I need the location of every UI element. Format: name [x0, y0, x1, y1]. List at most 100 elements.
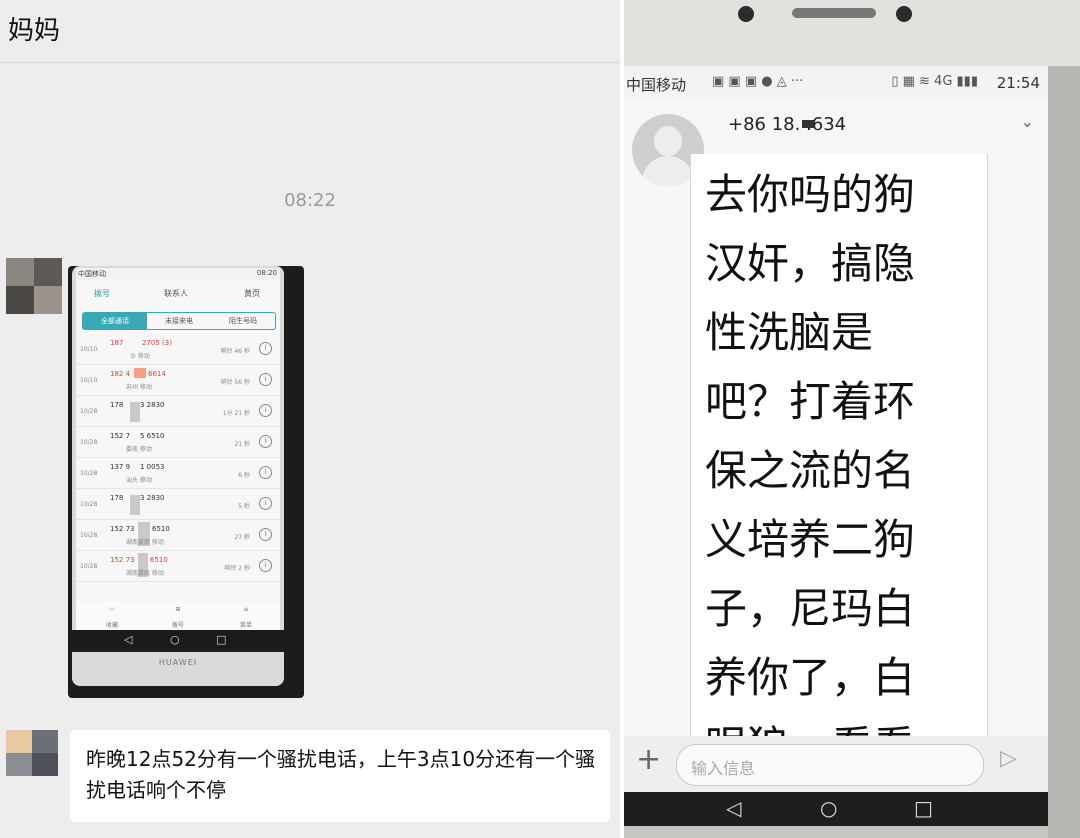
- home-icon: ○: [170, 633, 180, 646]
- redaction: [134, 368, 146, 378]
- bottom-tab-favorites: 收藏: [105, 622, 118, 629]
- call-number: 182 4: [110, 370, 131, 378]
- call-date: 10/10: [80, 377, 98, 384]
- sms-photo: 中国移动 ▣ ▣ ▣ ● ◬ ··· ▯ ▦ ≋ 4G ▮▮▮ 21:54 +8…: [624, 0, 1080, 838]
- segment-all-calls: 全部通话: [83, 313, 147, 329]
- plus-icon[interactable]: +: [636, 742, 661, 777]
- bottom-tab-menu: 菜单: [239, 622, 252, 629]
- status-time: 21:54: [996, 74, 1040, 92]
- menu-icon: ≡: [243, 606, 249, 613]
- compose-bar: + 输入信息 ▷: [624, 736, 1048, 792]
- call-number: 152 7: [110, 432, 131, 440]
- call-date: 10/10: [80, 346, 98, 353]
- call-number-tail: 3 2830: [140, 494, 165, 502]
- sms-text: 去你吗的狗汉奸，搞隐性洗脑是吧？打着环保之流的名义培养二狗子，尼玛白养你了，白眼…: [705, 170, 916, 746]
- signal-icons: ▯ ▦ ≋ 4G ▮▮▮: [891, 74, 978, 89]
- segment-missed: 未接来电: [165, 317, 193, 325]
- call-number: 152 73: [110, 556, 135, 564]
- call-row: 10/28 152 73 6510 湖南娄底 移动 响铃 2 秒 i: [76, 551, 280, 582]
- avatar[interactable]: [6, 730, 58, 776]
- call-duration: 5 秒: [238, 503, 250, 510]
- dialpad-icon: ⊞: [175, 606, 181, 613]
- info-icon: i: [259, 466, 272, 479]
- call-duration: 6 秒: [238, 472, 250, 479]
- call-duration: 21 秒: [234, 441, 250, 448]
- call-location: 汕头 移动: [126, 477, 152, 484]
- conversation-header: +86 18. .634 ⌄: [624, 100, 1048, 186]
- call-duration: 响铃 2 秒: [224, 565, 250, 572]
- call-log-tabs: 拨号 联系人 黄页: [76, 284, 280, 304]
- redaction: [130, 402, 140, 422]
- sms-bubble: 去你吗的狗汉奸，搞隐性洗脑是吧？打着环保之流的名义培养二狗子，尼玛白养你了，白眼…: [690, 154, 988, 746]
- call-number: 152 73: [110, 525, 135, 533]
- phone-top-bezel: [624, 0, 1080, 66]
- back-icon[interactable]: ◁: [726, 796, 741, 820]
- call-number-tail: 6510: [152, 525, 170, 533]
- call-location: 娄底 移动: [126, 446, 152, 453]
- text-message[interactable]: 昨晚12点52分有一个骚扰电话，上午3点10分还有一个骚扰电话响个不停: [70, 730, 610, 822]
- chat-panel: 妈妈 08:22 中国移动 08:20 拨号 联系人 黄页 全部通话 未接来电 …: [0, 0, 620, 838]
- message-text: 昨晚12点52分有一个骚扰电话，上午3点10分还有一个骚扰电话响个不停: [86, 747, 596, 802]
- sender-number: +86 18. .634: [728, 114, 847, 135]
- sensor-icon: [896, 6, 912, 22]
- chevron-down-icon[interactable]: ⌄: [1021, 112, 1034, 131]
- redaction: [130, 495, 140, 515]
- call-number: 178: [110, 494, 124, 502]
- phone-bottom-bar: ☆ 收藏 ⊞ 拨号 ≡ 菜单: [76, 602, 280, 630]
- info-icon: i: [259, 435, 272, 448]
- info-icon: i: [259, 559, 272, 572]
- star-icon: ☆: [109, 606, 115, 613]
- call-number-tail: 6510: [150, 556, 168, 564]
- info-icon: i: [259, 497, 272, 510]
- tab-dial: 拨号: [94, 289, 110, 298]
- call-date: 10/28: [80, 563, 98, 570]
- call-date: 10/28: [80, 470, 98, 477]
- call-row: 10/28 137 9 1 0053 汕头 移动 6 秒 i: [76, 458, 280, 489]
- send-icon[interactable]: ▷: [1000, 746, 1017, 771]
- call-number: 187: [110, 339, 124, 347]
- notification-icons: ▣ ▣ ▣ ● ◬ ···: [712, 74, 804, 89]
- sms-status-bar: 中国移动 ▣ ▣ ▣ ● ◬ ··· ▯ ▦ ≋ 4G ▮▮▮ 21:54: [624, 66, 1048, 100]
- back-icon: ◁: [124, 633, 133, 646]
- info-icon: i: [259, 373, 272, 386]
- phone-brand: HUAWEI: [158, 658, 198, 667]
- call-number: 137 9: [110, 463, 131, 471]
- call-location: 湖南娄底 移动: [126, 539, 164, 546]
- call-duration: 1分 21 秒: [222, 410, 250, 417]
- home-icon[interactable]: ○: [820, 796, 837, 820]
- call-duration: 27 秒: [234, 534, 250, 541]
- carrier-label: 中国移动: [626, 76, 687, 94]
- call-location: 湖南娄底 移动: [126, 570, 164, 577]
- phone-photo: 中国移动 08:20 拨号 联系人 黄页 全部通话 未接来电 陌生号码 10/1…: [72, 266, 284, 686]
- redaction: [802, 120, 814, 128]
- call-row: 10/28 152 7 5 6510 娄底 移动 21 秒 i: [76, 427, 280, 458]
- chat-header: 妈妈: [0, 0, 620, 63]
- bottom-tab-dial: 拨号: [171, 622, 184, 629]
- call-number-tail: 5 6510: [140, 432, 165, 440]
- chat-timestamp: 08:22: [284, 190, 336, 211]
- phone-nav-bar: ◁ ○ □: [72, 630, 284, 652]
- call-number-tail: 6614: [148, 370, 166, 378]
- call-location: 苏州 移动: [126, 384, 152, 391]
- recents-icon[interactable]: □: [914, 796, 933, 820]
- call-row: 10/28 178 3 2830 1分 21 秒 i: [76, 396, 280, 427]
- message-input[interactable]: 输入信息: [676, 744, 984, 786]
- avatar[interactable]: [6, 258, 62, 314]
- call-date: 10/28: [80, 439, 98, 446]
- phone-time: 08:20: [256, 269, 277, 277]
- call-date: 10/28: [80, 501, 98, 508]
- call-date: 10/28: [80, 408, 98, 415]
- call-row: 10/28 152 73 6510 湖南娄底 移动 27 秒 i: [76, 520, 280, 551]
- camera-icon: [738, 6, 754, 22]
- segment-unknown: 陌生号码: [229, 317, 257, 325]
- call-number-tail: 2705 (3): [142, 339, 172, 347]
- info-icon: i: [259, 404, 272, 417]
- phone-side-edge: [1048, 66, 1080, 838]
- tab-yellowpages: 黄页: [244, 289, 260, 298]
- phone-carrier: 中国移动: [78, 270, 106, 278]
- call-row: 10/10 187 2705 (3) 沙 移动 响铃 46 秒 i: [76, 334, 280, 365]
- image-message[interactable]: 中国移动 08:20 拨号 联系人 黄页 全部通话 未接来电 陌生号码 10/1…: [68, 266, 304, 698]
- sms-screen: 中国移动 ▣ ▣ ▣ ● ◬ ··· ▯ ▦ ≋ 4G ▮▮▮ 21:54 +8…: [624, 66, 1048, 826]
- call-log-screen: 中国移动 08:20 拨号 联系人 黄页 全部通话 未接来电 陌生号码 10/1…: [76, 268, 280, 630]
- call-date: 10/28: [80, 532, 98, 539]
